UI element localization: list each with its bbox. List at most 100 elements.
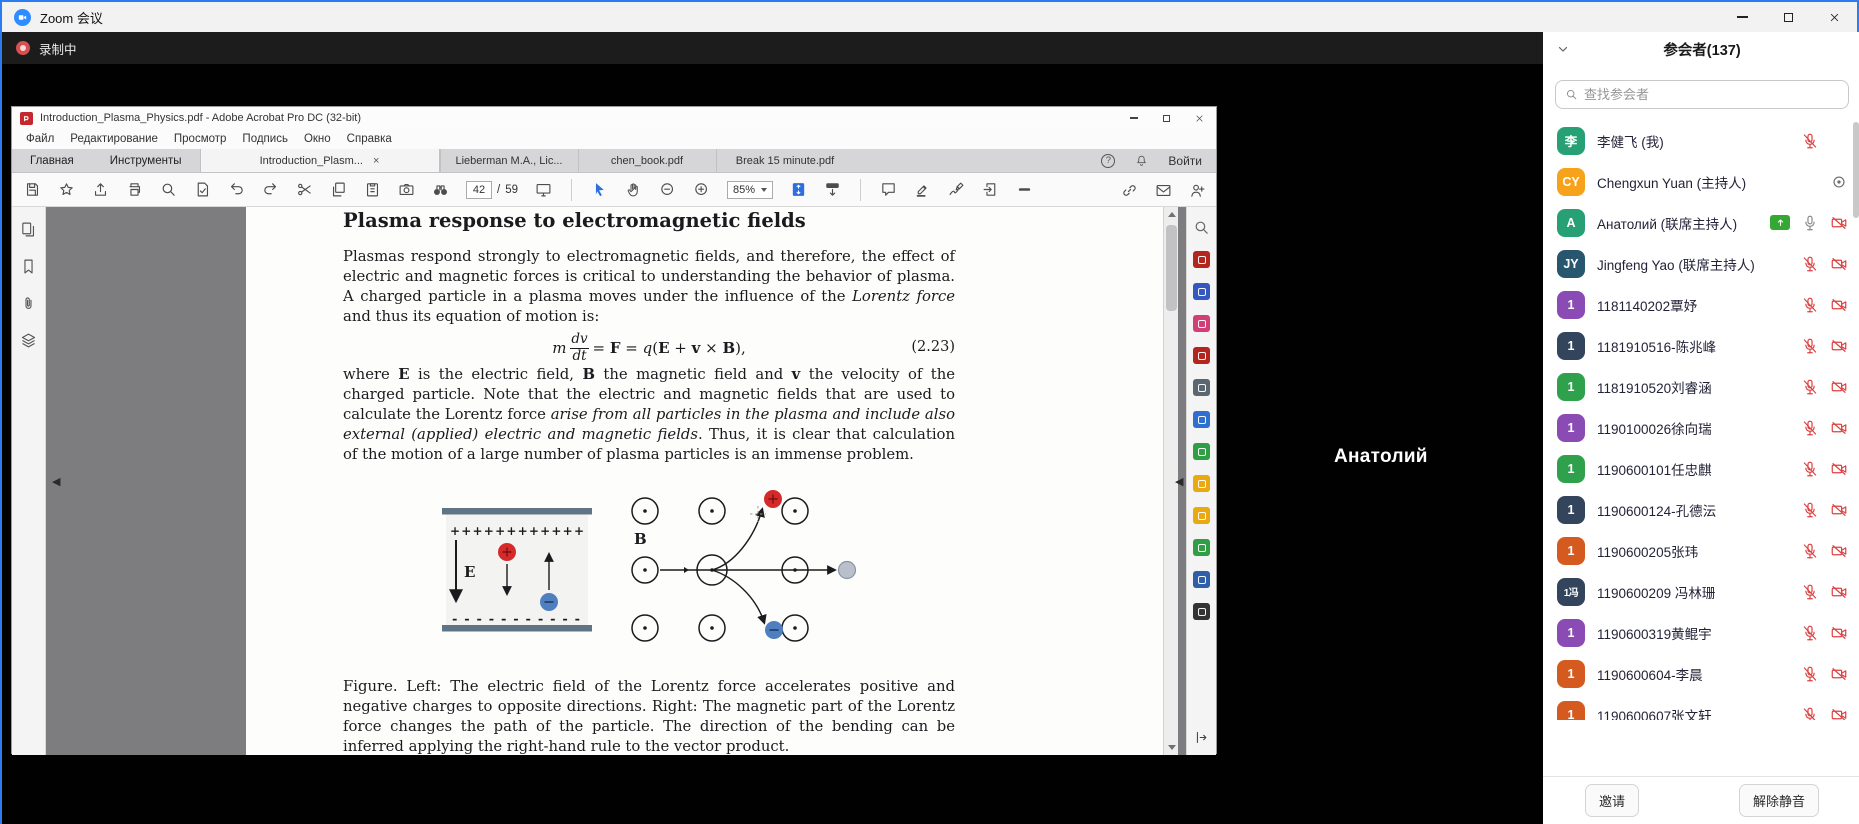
- snapshot-button[interactable]: [398, 181, 415, 198]
- menu-item-0[interactable]: Файл: [18, 133, 62, 145]
- attachments-button[interactable]: [20, 295, 37, 312]
- person-add-button[interactable]: [1189, 182, 1206, 199]
- zoom-level-value[interactable]: 85%: [727, 181, 773, 199]
- cam-off-icon[interactable]: [1830, 583, 1848, 601]
- save-button[interactable]: [24, 181, 41, 198]
- bookmarks-button[interactable]: [20, 258, 37, 275]
- participant-row[interactable]: 11190100026徐向瑞: [1543, 407, 1859, 448]
- menu-item-3[interactable]: Подпись: [234, 133, 296, 145]
- participants-scrollbar-thumb[interactable]: [1853, 122, 1859, 218]
- mic-off-icon[interactable]: [1801, 624, 1819, 642]
- maximize-button[interactable]: [1765, 2, 1811, 32]
- cam-off-icon[interactable]: [1830, 378, 1848, 396]
- undo-button[interactable]: [228, 181, 245, 198]
- mic-off-icon[interactable]: [1801, 460, 1819, 478]
- cam-off-icon[interactable]: [1830, 706, 1848, 721]
- invite-button[interactable]: 邀请: [1585, 784, 1639, 817]
- fit-width-button[interactable]: [824, 181, 841, 198]
- edit-pdf-tool-icon[interactable]: [1193, 315, 1210, 332]
- cam-off-icon[interactable]: [1830, 542, 1848, 560]
- participant-row[interactable]: 11190600205张玮: [1543, 530, 1859, 571]
- nav-tab-1[interactable]: Инструменты: [92, 149, 200, 172]
- combine-files-tool-icon[interactable]: [1193, 347, 1210, 364]
- zoom-in-button[interactable]: [693, 181, 710, 198]
- mic-off-icon[interactable]: [1801, 419, 1819, 437]
- nav-tab-0[interactable]: Главная: [12, 149, 92, 172]
- collapse-right-panel-arrow[interactable]: ◀: [1175, 475, 1183, 488]
- document-tab-0[interactable]: Introduction_Plasm...×: [200, 149, 440, 172]
- mic-off-icon[interactable]: [1801, 255, 1819, 273]
- menu-item-5[interactable]: Справка: [339, 133, 400, 145]
- document-tab-1[interactable]: Lieberman M.A., Lic...: [440, 149, 578, 172]
- participant-row[interactable]: 11190600124-孔德沄: [1543, 489, 1859, 530]
- participant-row[interactable]: 11190600101任忠麒: [1543, 448, 1859, 489]
- page-thumbnails-button[interactable]: [20, 221, 37, 238]
- tab-close-icon[interactable]: ×: [373, 155, 379, 167]
- mic-on-icon[interactable]: [1801, 214, 1819, 232]
- mic-off-icon[interactable]: [1801, 337, 1819, 355]
- participant-row[interactable]: 李李健飞 (我): [1543, 120, 1859, 161]
- participant-row[interactable]: 11181910516-陈兆峰: [1543, 325, 1859, 366]
- participant-row[interactable]: CYChengxun Yuan (主持人): [1543, 161, 1859, 202]
- binoculars-button[interactable]: [432, 181, 449, 198]
- more-tools-icon[interactable]: [1193, 603, 1210, 620]
- convert-pdf-tool-icon[interactable]: [1193, 411, 1210, 428]
- zoom-out-button[interactable]: [659, 181, 676, 198]
- fill-sign-tool-icon[interactable]: [1193, 379, 1210, 396]
- share-button[interactable]: [92, 181, 109, 198]
- participant-row[interactable]: 11181140202覃妤: [1543, 284, 1859, 325]
- scroll-up-arrow[interactable]: [1168, 212, 1176, 217]
- unmute-all-button[interactable]: 解除静音: [1739, 784, 1819, 817]
- display-button[interactable]: [535, 181, 552, 198]
- redo-button[interactable]: [262, 181, 279, 198]
- cam-off-icon[interactable]: [1830, 214, 1848, 232]
- acrobat-minimize-button[interactable]: [1117, 107, 1150, 129]
- cam-off-icon[interactable]: [1830, 419, 1848, 437]
- scissors-button[interactable]: [296, 181, 313, 198]
- notifications-bell-icon[interactable]: [1135, 154, 1148, 167]
- hand-button[interactable]: [625, 181, 642, 198]
- sign-in-button[interactable]: Войти: [1168, 154, 1202, 168]
- search-tool-icon[interactable]: [1193, 219, 1210, 236]
- comment-button[interactable]: [880, 181, 897, 198]
- acrobat-maximize-button[interactable]: [1150, 107, 1183, 129]
- collapse-left-panel-arrow[interactable]: ◀: [52, 475, 60, 488]
- clipboard-button[interactable]: [364, 181, 381, 198]
- cam-off-icon[interactable]: [1830, 255, 1848, 273]
- compress-pdf-tool-icon[interactable]: [1193, 475, 1210, 492]
- participant-row[interactable]: 1冯1190600209 冯林珊: [1543, 571, 1859, 612]
- cam-off-icon[interactable]: [1830, 337, 1848, 355]
- mic-off-icon[interactable]: [1801, 378, 1819, 396]
- acrobat-close-button[interactable]: [1183, 107, 1216, 129]
- organize-pages-tool-icon[interactable]: [1193, 443, 1210, 460]
- export-button[interactable]: [982, 181, 999, 198]
- help-icon[interactable]: ?: [1101, 154, 1115, 168]
- layers-button[interactable]: [20, 332, 37, 349]
- open-tools-pane-icon[interactable]: [1194, 730, 1209, 745]
- zoom-level-control[interactable]: 85%: [727, 181, 773, 199]
- comment-tool-icon[interactable]: [1193, 507, 1210, 524]
- minusbar-button[interactable]: [1016, 181, 1033, 198]
- star-button[interactable]: [58, 181, 75, 198]
- copy-button[interactable]: [330, 181, 347, 198]
- menu-item-2[interactable]: Просмотр: [166, 133, 235, 145]
- document-tab-2[interactable]: chen_book.pdf: [578, 149, 716, 172]
- print-button[interactable]: [126, 181, 143, 198]
- chevron-down-icon[interactable]: [1556, 42, 1570, 56]
- page-number-control[interactable]: 42/59: [466, 181, 518, 199]
- create-pdf-tool-icon[interactable]: [1193, 283, 1210, 300]
- cam-off-icon[interactable]: [1830, 501, 1848, 519]
- current-page-input[interactable]: 42: [466, 181, 492, 199]
- participant-row[interactable]: AАнатолий (联席主持人): [1543, 202, 1859, 243]
- doc-check-button[interactable]: [194, 181, 211, 198]
- minimize-button[interactable]: [1719, 2, 1765, 32]
- menu-item-1[interactable]: Редактирование: [62, 133, 166, 145]
- mic-off-icon[interactable]: [1801, 706, 1819, 721]
- cursor-button[interactable]: [591, 181, 608, 198]
- cam-off-icon[interactable]: [1830, 624, 1848, 642]
- cam-off-icon[interactable]: [1830, 296, 1848, 314]
- search-button[interactable]: [160, 181, 177, 198]
- mic-off-icon[interactable]: [1801, 542, 1819, 560]
- participant-row[interactable]: 11190600607张文轩: [1543, 694, 1859, 720]
- zoom-dropdown-caret[interactable]: [761, 188, 767, 192]
